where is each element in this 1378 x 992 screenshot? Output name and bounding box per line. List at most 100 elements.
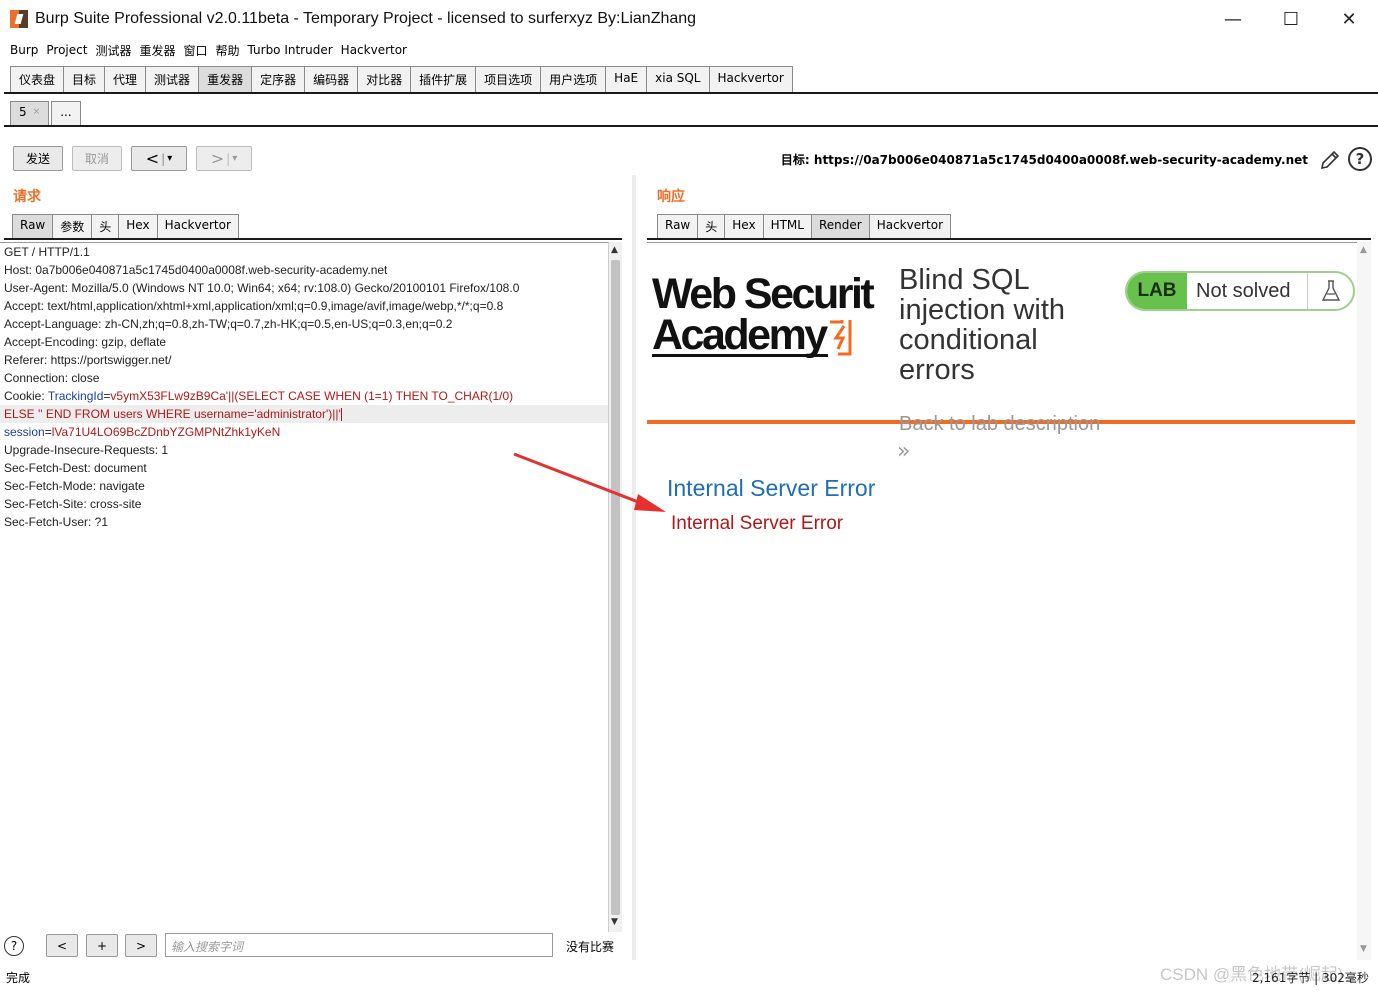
request-tab-raw[interactable]: Raw [12,214,54,238]
web-security-academy-logo: Web Securit Academy [652,270,882,365]
search-input[interactable]: 输入搜索字词 [165,933,553,957]
tab-hae[interactable]: HaE [605,66,648,92]
sub-tab-divider [4,125,1378,127]
menu-burp[interactable]: Burp [10,43,38,57]
back-to-lab-link[interactable]: Back to lab description [899,413,1100,436]
error-message: Internal Server Error [671,513,844,534]
status-text: 完成 [6,971,31,985]
header-host: Host: 0a7b006e040871a5c1745d0400a0008f.w… [4,263,388,277]
tab-intruder[interactable]: 测试器 [145,66,200,92]
request-editor[interactable]: GET / HTTP/1.1 Host: 0a7b006e040871a5c17… [0,242,608,932]
response-stats: 2,161字节 | 302毫秒 [1252,971,1369,985]
response-tab-divider [647,238,1371,240]
search-prev-button[interactable]: < [46,934,78,957]
burp-logo-icon [10,10,28,28]
back-menu-icon[interactable]: ▾ [167,153,172,164]
cancel-button[interactable]: 取消 [72,146,122,171]
target-label[interactable]: 目标: https://0a7b006e040871a5c1745d0400a0… [781,151,1308,168]
lab-status-badge: LAB Not solved [1125,271,1355,311]
menu-repeater[interactable]: 重发器 [139,42,175,59]
menu-turbo-intruder[interactable]: Turbo Intruder [248,43,333,57]
header-referer: Referer: https://portswigger.net/ [4,353,172,367]
close-button[interactable]: ✕ [1320,0,1378,38]
pane-splitter[interactable] [632,175,636,960]
cookie-value: v5ymX53FLw9zB9Ca'||(SELECT CASE WHEN (1=… [110,389,514,403]
tab-comparer[interactable]: 对比器 [357,66,412,92]
lab-badge-label: LAB [1127,273,1187,309]
cookie-continuation: ELSE '' END FROM users WHERE username='a… [0,405,608,423]
cookie-session: session=lVa71U4LO69BcZDnbYZGMPNtZhk1yKeN [4,425,281,439]
lab-title: Blind SQL injection with conditional err… [899,264,1066,386]
response-scrollbar[interactable]: ▲ ▼ [1357,242,1371,960]
response-tab-html[interactable]: HTML [762,214,812,238]
response-tab-hackvertor[interactable]: Hackvertor [868,214,952,238]
tab-project-options[interactable]: 项目选项 [475,66,542,92]
forward-menu-icon[interactable]: ▾ [232,153,237,164]
lab-status-text: Not solved [1196,279,1291,302]
edit-target-icon[interactable] [1318,148,1342,172]
tab-xia-sql[interactable]: xia SQL [646,66,710,92]
search-next-button[interactable]: > [125,934,157,957]
tab-hackvertor[interactable]: Hackvertor [708,66,793,92]
tab-sequencer[interactable]: 定序器 [251,66,306,92]
tab-target[interactable]: 目标 [63,66,106,92]
help-icon[interactable]: ? [1348,147,1372,171]
request-scrollbar[interactable]: ▲ ▼ [608,242,622,932]
response-scroll-down-icon[interactable]: ▼ [1360,944,1367,954]
repeater-tab-5[interactable]: 5 × [10,101,50,125]
header-accept: Accept: text/html,application/xhtml+xml,… [4,299,504,313]
flask-icon [1307,273,1353,309]
request-tab-hex[interactable]: Hex [118,214,158,238]
response-tab-headers[interactable]: 头 [697,214,726,238]
maximize-button[interactable]: ☐ [1262,0,1320,38]
tab-proxy[interactable]: 代理 [104,66,147,92]
send-button[interactable]: 发送 [13,146,63,171]
response-scroll-up-icon[interactable]: ▲ [1360,245,1367,255]
scroll-up-icon[interactable]: ▲ [611,245,618,255]
response-label: 响应 [657,189,685,205]
target-prefix: 目标: [780,153,814,167]
header-connection: Connection: close [4,371,100,385]
forward-arrow-icon: > [210,149,225,168]
request-scroll-thumb[interactable] [611,260,620,915]
request-label: 请求 [13,189,41,205]
request-tab-hackvertor[interactable]: Hackvertor [156,214,239,238]
menu-hackvertor[interactable]: Hackvertor [341,43,407,57]
tab-decoder[interactable]: 编码器 [304,66,359,92]
repeater-tab-bar: 5 × ... [10,101,83,125]
error-heading: Internal Server Error [667,475,876,501]
logo-line-2: Academy [652,311,828,359]
header-accept-encoding: Accept-Encoding: gzip, deflate [4,335,167,349]
text-cursor [340,408,342,422]
new-repeater-tab[interactable]: ... [51,101,81,125]
tab-repeater[interactable]: 重发器 [198,66,253,92]
logo-underline [652,354,828,357]
request-tab-divider [4,238,622,240]
window-title: Burp Suite Professional v2.0.11beta - Te… [35,10,697,27]
request-tab-headers[interactable]: 头 [91,214,120,238]
menu-intruder[interactable]: 测试器 [95,42,131,59]
menu-project[interactable]: Project [46,43,87,57]
title-bar: Burp Suite Professional v2.0.11beta - Te… [0,0,1378,38]
tab-user-options[interactable]: 用户选项 [540,66,607,92]
menu-window[interactable]: 窗口 [183,42,207,59]
request-tab-params[interactable]: 参数 [52,214,93,238]
tab-dashboard[interactable]: 仪表盘 [10,66,65,92]
search-options-button[interactable]: + [86,934,118,957]
tab-extender[interactable]: 插件扩展 [410,66,477,92]
search-help-icon[interactable]: ? [4,936,24,956]
scroll-down-icon[interactable]: ▼ [611,917,618,927]
header-user-agent: User-Agent: Mozilla/5.0 (Windows NT 10.0… [4,281,520,295]
search-match-count: 没有比赛 [566,940,615,954]
response-tab-render[interactable]: Render [810,214,870,238]
minimize-button[interactable]: — [1204,0,1262,38]
back-button[interactable]: < | ▾ [131,146,187,171]
forward-button[interactable]: > | ▾ [196,146,252,171]
response-tab-raw[interactable]: Raw [657,214,699,238]
response-tab-hex[interactable]: Hex [724,214,764,238]
main-tab-divider [4,92,1378,94]
menu-help[interactable]: 帮助 [216,42,240,59]
repeater-tab-label: 5 [19,105,27,119]
close-tab-icon[interactable]: × [33,107,41,117]
request-view-tabs: Raw 参数 头 Hex Hackvertor [12,214,239,238]
